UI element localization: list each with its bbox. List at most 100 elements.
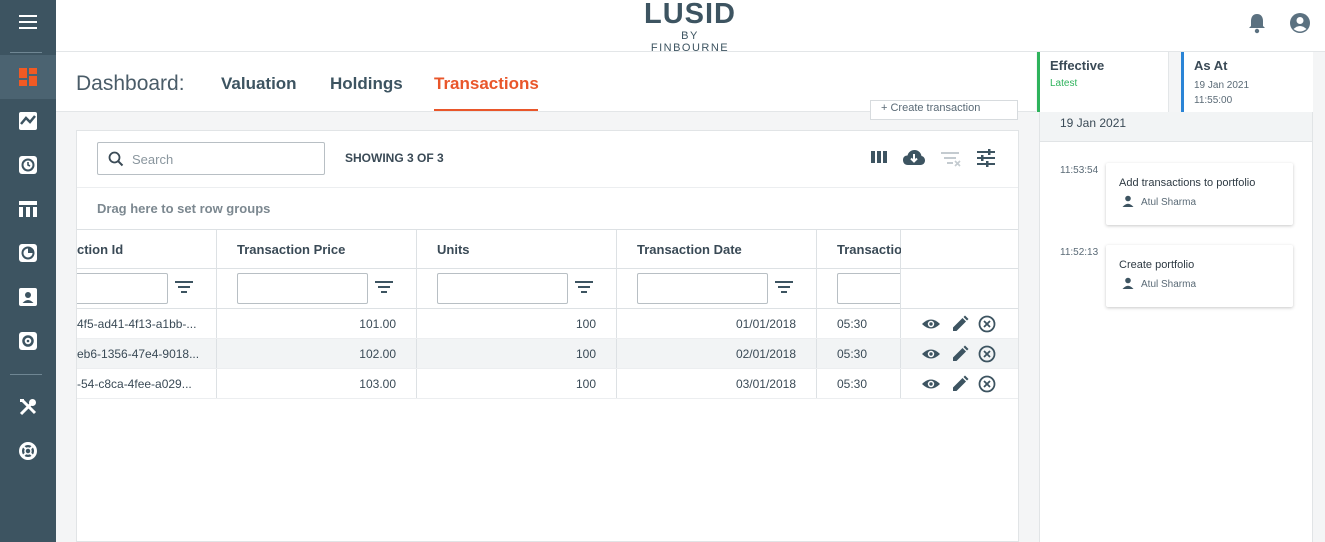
event-time: 11:52:13: [1060, 247, 1099, 258]
as-at-time-value: 11:55:00: [1194, 95, 1233, 106]
sidebar-item-history[interactable]: [0, 143, 56, 187]
filter-cell: [817, 269, 901, 308]
cell-units: 100: [417, 309, 617, 338]
column-header-label: Units: [437, 242, 470, 257]
activity-date-header: 19 Jan 2021: [1040, 112, 1312, 142]
sidebar-item-reports[interactable]: [0, 231, 56, 275]
cell-transaction-time: 05:30: [817, 309, 901, 338]
notifications-button[interactable]: [1247, 12, 1267, 39]
sidebar-item-settings[interactable]: [0, 319, 56, 363]
edit-icon[interactable]: [951, 375, 969, 393]
filter-icon[interactable]: [775, 280, 793, 294]
person-icon: [1122, 195, 1134, 207]
person-icon: [19, 288, 37, 306]
user-menu-button[interactable]: [1289, 12, 1311, 39]
column-header-transaction-time[interactable]: Transactio: [817, 230, 901, 268]
delete-icon[interactable]: [978, 345, 996, 363]
cell-value: 100: [575, 317, 596, 331]
sidebar-item-chart[interactable]: [0, 99, 56, 143]
delete-icon[interactable]: [978, 375, 996, 393]
view-icon[interactable]: [921, 345, 941, 363]
cell-transaction-price: 103.00: [217, 369, 417, 398]
cell-value: -54-c8ca-4fee-a029...: [77, 377, 192, 391]
logo[interactable]: LUSID BY FINBOURNE: [640, 0, 740, 54]
sidebar-item-dashboard[interactable]: [0, 55, 56, 99]
sidebar-item-people[interactable]: [0, 275, 56, 319]
cell-value: 01/01/2018: [735, 317, 796, 331]
filter-icon[interactable]: [575, 280, 593, 294]
column-header-label: Transactio: [837, 242, 901, 257]
cloud-download-icon: [903, 150, 925, 165]
table-row[interactable]: -54-c8ca-4fee-a029... 103.00 100 03/01/2…: [77, 369, 1018, 399]
column-header-actions: [901, 230, 1018, 268]
filter-input[interactable]: [637, 273, 768, 304]
grid-header-row: ction Id Transaction Price Units Transac…: [77, 229, 1018, 269]
column-header-transaction-id[interactable]: ction Id: [77, 230, 217, 268]
column-header-label: Transaction Price: [237, 242, 346, 257]
settings-icon: [19, 332, 37, 350]
cell-value: 02/01/2018: [735, 347, 796, 361]
row-group-drop-zone[interactable]: Drag here to set row groups: [77, 187, 1018, 229]
grid-settings-button[interactable]: [976, 149, 996, 172]
column-header-units[interactable]: Units: [417, 230, 617, 268]
filter-cell: [217, 269, 417, 308]
sidebar-item-table[interactable]: [0, 187, 56, 231]
event-time: 11:53:54: [1060, 165, 1099, 176]
filter-input[interactable]: [237, 273, 368, 304]
filter-input[interactable]: [837, 273, 900, 304]
search-icon: [108, 151, 124, 167]
cell-transaction-id: eb6-1356-47e4-9018...: [77, 339, 217, 368]
view-icon[interactable]: [921, 315, 941, 333]
table-row[interactable]: eb6-1356-47e4-9018... 102.00 100 02/01/2…: [77, 339, 1018, 369]
cell-units: 100: [417, 369, 617, 398]
effective-date-selector[interactable]: Effective Latest: [1037, 52, 1169, 112]
clear-filters-button[interactable]: [940, 149, 962, 172]
top-bar: LUSID BY FINBOURNE: [56, 0, 1325, 54]
filter-icon[interactable]: [375, 280, 393, 294]
event-user: Atul Sharma: [1141, 279, 1197, 290]
columns-icon: [871, 151, 887, 163]
as-at-selector[interactable]: As At 19 Jan 2021 11:55:00: [1181, 52, 1313, 112]
view-icon[interactable]: [921, 375, 941, 393]
transactions-card: SHOWING 3 OF 3 Drag here to set row grou…: [76, 130, 1019, 542]
cell-transaction-time: 05:30: [817, 369, 901, 398]
sidebar: [0, 0, 56, 542]
sidebar-item-help[interactable]: [0, 429, 56, 473]
search-input[interactable]: [132, 149, 312, 169]
filter-icon[interactable]: [175, 280, 193, 294]
edit-icon[interactable]: [951, 345, 969, 363]
person-icon: [1122, 277, 1134, 289]
filter-input[interactable]: [77, 273, 168, 304]
cell-actions: [901, 369, 1018, 398]
cell-transaction-date: 01/01/2018: [617, 309, 817, 338]
user-icon: [1290, 13, 1310, 33]
cell-transaction-id: 4f5-ad41-4f13-a1bb-...: [77, 309, 217, 338]
clock-icon: [19, 156, 37, 174]
activity-event-card[interactable]: Add transactions to portfolio Atul Sharm…: [1106, 163, 1293, 225]
download-button[interactable]: [902, 149, 926, 172]
columns-button[interactable]: [870, 149, 888, 170]
filter-input[interactable]: [437, 273, 568, 304]
effective-value: Latest: [1050, 78, 1078, 89]
cell-transaction-id: -54-c8ca-4fee-a029...: [77, 369, 217, 398]
table-row[interactable]: 4f5-ad41-4f13-a1bb-... 101.00 100 01/01/…: [77, 309, 1018, 339]
search-box[interactable]: [97, 142, 325, 175]
as-at-title: As At: [1194, 58, 1228, 73]
filter-cell: [77, 269, 217, 308]
delete-icon[interactable]: [978, 315, 996, 333]
column-header-label: ction Id: [77, 242, 124, 257]
cell-actions: [901, 309, 1018, 338]
event-title: Create portfolio: [1119, 259, 1195, 271]
column-header-transaction-price[interactable]: Transaction Price: [217, 230, 417, 268]
menu-button[interactable]: [0, 0, 56, 44]
cell-transaction-date: 02/01/2018: [617, 339, 817, 368]
sidebar-item-tools[interactable]: [0, 385, 56, 429]
filter-cell: [417, 269, 617, 308]
edit-icon[interactable]: [951, 315, 969, 333]
clear-filter-icon: [941, 152, 961, 167]
lifebuoy-icon: [19, 442, 37, 460]
activity-event-card[interactable]: Create portfolio Atul Sharma: [1106, 245, 1293, 307]
cell-value: eb6-1356-47e4-9018...: [77, 347, 200, 361]
column-header-transaction-date[interactable]: Transaction Date: [617, 230, 817, 268]
event-user: Atul Sharma: [1141, 197, 1197, 208]
